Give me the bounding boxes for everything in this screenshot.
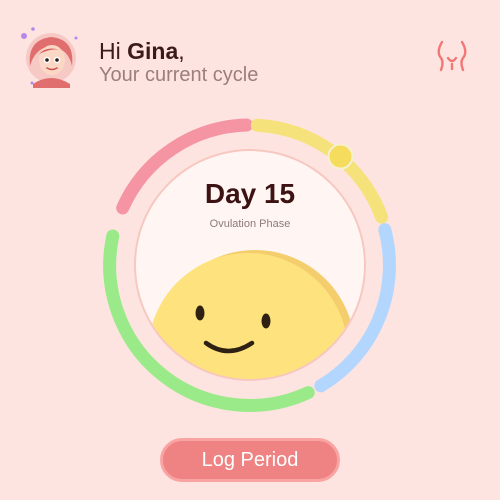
- greeting-suffix: ,: [178, 38, 185, 64]
- cycle-phase-label: Ovulation Phase: [209, 218, 291, 230]
- cycle-day-indicator[interactable]: [327, 143, 354, 170]
- avatar-icon: [21, 27, 78, 88]
- log-period-button[interactable]: Log Period: [160, 438, 340, 482]
- user-name: Gina: [127, 38, 179, 64]
- avatar[interactable]: [18, 26, 82, 90]
- body-silhouette-icon: [437, 40, 467, 72]
- greeting-prefix: Hi: [99, 38, 128, 64]
- header: Hi Gina, Your current cycle: [0, 0, 500, 100]
- body-silhouette-button[interactable]: [432, 38, 472, 74]
- greeting: Hi Gina,: [99, 38, 185, 64]
- subtitle: Your current cycle: [99, 64, 259, 86]
- cycle-day-title: Day 15: [204, 178, 296, 209]
- cycle-tracker: [103, 118, 396, 412]
